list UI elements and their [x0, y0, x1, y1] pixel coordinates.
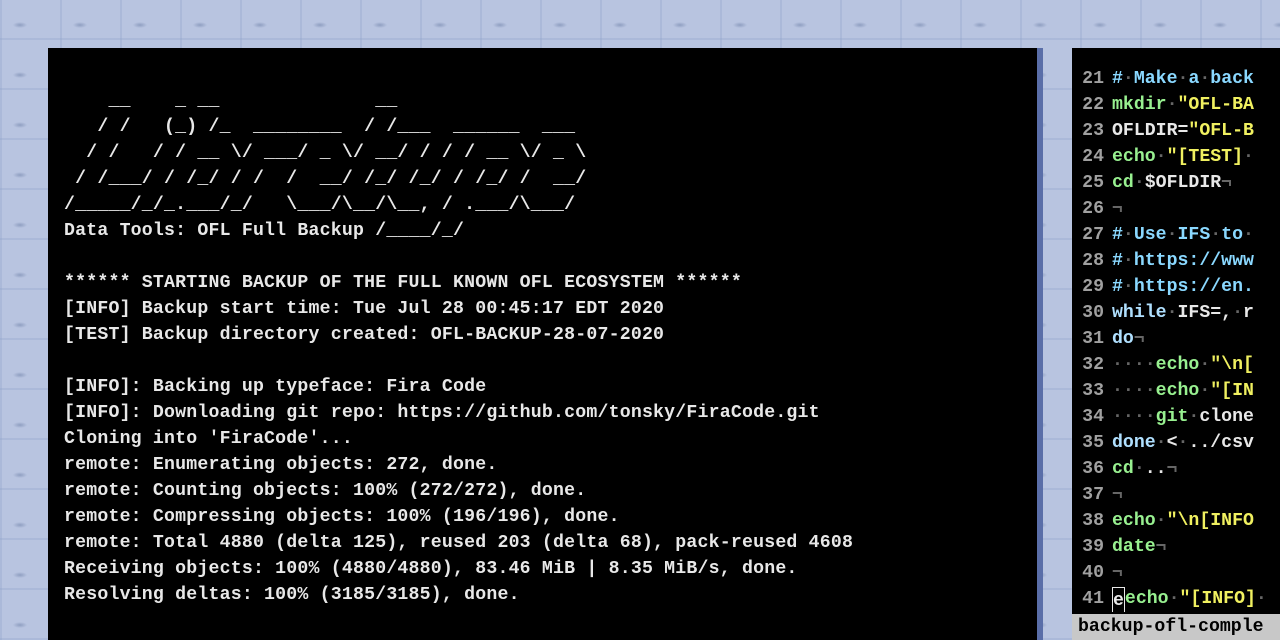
editor-line[interactable]: 32····echo·"\n[: [1072, 352, 1280, 378]
line-number: 35: [1072, 430, 1112, 456]
line-number: 33: [1072, 378, 1112, 404]
editor-cursor: e: [1112, 587, 1125, 612]
code-text[interactable]: do¬: [1112, 326, 1145, 352]
editor-line[interactable]: 37¬: [1072, 482, 1280, 508]
editor-status-bar: backup-ofl-comple: [1072, 614, 1280, 640]
editor-line[interactable]: 25cd·$OFLDIR¬: [1072, 170, 1280, 196]
editor-line[interactable]: 28#·https://www: [1072, 248, 1280, 274]
code-text[interactable]: ····git·clone: [1112, 404, 1254, 430]
code-text[interactable]: done·<·../csv: [1112, 430, 1254, 456]
ascii-art-logo: __ _ __ __ / / (_) /_ ________ / /___ __…: [64, 91, 586, 215]
code-text[interactable]: eecho·"[INFO]·: [1112, 586, 1267, 612]
line-number: 25: [1072, 170, 1112, 196]
code-text[interactable]: date¬: [1112, 534, 1167, 560]
code-text[interactable]: mkdir·"OFL-BA: [1112, 92, 1254, 118]
line-number: 38: [1072, 508, 1112, 534]
terminal-line: remote: Total 4880 (delta 125), reused 2…: [64, 533, 853, 553]
editor-line[interactable]: 33····echo·"[IN: [1072, 378, 1280, 404]
code-text[interactable]: while·IFS=,·r: [1112, 300, 1254, 326]
editor-line[interactable]: 31do¬: [1072, 326, 1280, 352]
editor-code[interactable]: 21#·Make·a·back22mkdir·"OFL-BA23OFLDIR="…: [1072, 48, 1280, 612]
code-text[interactable]: ¬: [1112, 196, 1123, 222]
editor-line[interactable]: 22mkdir·"OFL-BA: [1072, 92, 1280, 118]
code-text[interactable]: #·Make·a·back: [1112, 66, 1254, 92]
code-text[interactable]: ····echo·"\n[: [1112, 352, 1254, 378]
editor-line[interactable]: 36cd·..¬: [1072, 456, 1280, 482]
code-text[interactable]: ····echo·"[IN: [1112, 378, 1254, 404]
editor-line[interactable]: 21#·Make·a·back: [1072, 66, 1280, 92]
code-text[interactable]: #·https://en.: [1112, 274, 1254, 300]
terminal-line: [INFO] Backup start time: Tue Jul 28 00:…: [64, 299, 664, 319]
terminal-line: [INFO]: Backing up typeface: Fira Code: [64, 377, 486, 397]
line-number: 31: [1072, 326, 1112, 352]
terminal-line: Receiving objects: 100% (4880/4880), 83.…: [64, 559, 798, 579]
editor-line[interactable]: 24echo·"[TEST]·: [1072, 144, 1280, 170]
code-text[interactable]: ¬: [1112, 482, 1123, 508]
editor-line[interactable]: 38echo·"\n[INFO: [1072, 508, 1280, 534]
code-text[interactable]: #·Use·IFS·to·: [1112, 222, 1254, 248]
line-number: 39: [1072, 534, 1112, 560]
line-number: 32: [1072, 352, 1112, 378]
terminal-line: ****** STARTING BACKUP OF THE FULL KNOWN…: [64, 273, 742, 293]
editor-line[interactable]: 41eecho·"[INFO]·: [1072, 586, 1280, 612]
line-number: 34: [1072, 404, 1112, 430]
code-text[interactable]: cd·..¬: [1112, 456, 1178, 482]
line-number: 23: [1072, 118, 1112, 144]
line-number: 40: [1072, 560, 1112, 586]
editor-window[interactable]: 21#·Make·a·back22mkdir·"OFL-BA23OFLDIR="…: [1072, 48, 1280, 640]
code-text[interactable]: ¬: [1112, 560, 1123, 586]
editor-line[interactable]: 27#·Use·IFS·to·: [1072, 222, 1280, 248]
terminal-line: Resolving deltas: 100% (3185/3185), done…: [64, 585, 520, 605]
line-number: 37: [1072, 482, 1112, 508]
desktop: __ _ __ __ / / (_) /_ ________ / /___ __…: [0, 0, 1280, 640]
terminal-output: __ _ __ __ / / (_) /_ ________ / /___ __…: [48, 48, 1037, 608]
editor-line[interactable]: 34····git·clone: [1072, 404, 1280, 430]
editor-line[interactable]: 39date¬: [1072, 534, 1280, 560]
terminal-line: Cloning into 'FiraCode'...: [64, 429, 353, 449]
line-number: 41: [1072, 586, 1112, 612]
line-number: 29: [1072, 274, 1112, 300]
code-text[interactable]: OFLDIR="OFL-B: [1112, 118, 1254, 144]
line-number: 24: [1072, 144, 1112, 170]
line-number: 26: [1072, 196, 1112, 222]
code-text[interactable]: cd·$OFLDIR¬: [1112, 170, 1232, 196]
code-text[interactable]: echo·"[TEST]·: [1112, 144, 1254, 170]
code-text[interactable]: #·https://www: [1112, 248, 1254, 274]
terminal-window[interactable]: __ _ __ __ / / (_) /_ ________ / /___ __…: [48, 48, 1043, 640]
editor-line[interactable]: 35done·<·../csv: [1072, 430, 1280, 456]
editor-line[interactable]: 26¬: [1072, 196, 1280, 222]
line-number: 27: [1072, 222, 1112, 248]
editor-line[interactable]: 30while·IFS=,·r: [1072, 300, 1280, 326]
editor-line[interactable]: 23OFLDIR="OFL-B: [1072, 118, 1280, 144]
line-number: 21: [1072, 66, 1112, 92]
code-text[interactable]: echo·"\n[INFO: [1112, 508, 1254, 534]
line-number: 22: [1072, 92, 1112, 118]
terminal-line: remote: Counting objects: 100% (272/272)…: [64, 481, 586, 501]
line-number: 36: [1072, 456, 1112, 482]
terminal-line: [INFO]: Downloading git repo: https://gi…: [64, 403, 820, 423]
terminal-line: [TEST] Backup directory created: OFL-BAC…: [64, 325, 664, 345]
line-number: 30: [1072, 300, 1112, 326]
editor-line[interactable]: 29#·https://en.: [1072, 274, 1280, 300]
terminal-line: remote: Compressing objects: 100% (196/1…: [64, 507, 620, 527]
terminal-line: remote: Enumerating objects: 272, done.: [64, 455, 497, 475]
line-number: 28: [1072, 248, 1112, 274]
editor-line[interactable]: 40¬: [1072, 560, 1280, 586]
terminal-subtitle: Data Tools: OFL Full Backup /____/_/: [64, 221, 464, 241]
